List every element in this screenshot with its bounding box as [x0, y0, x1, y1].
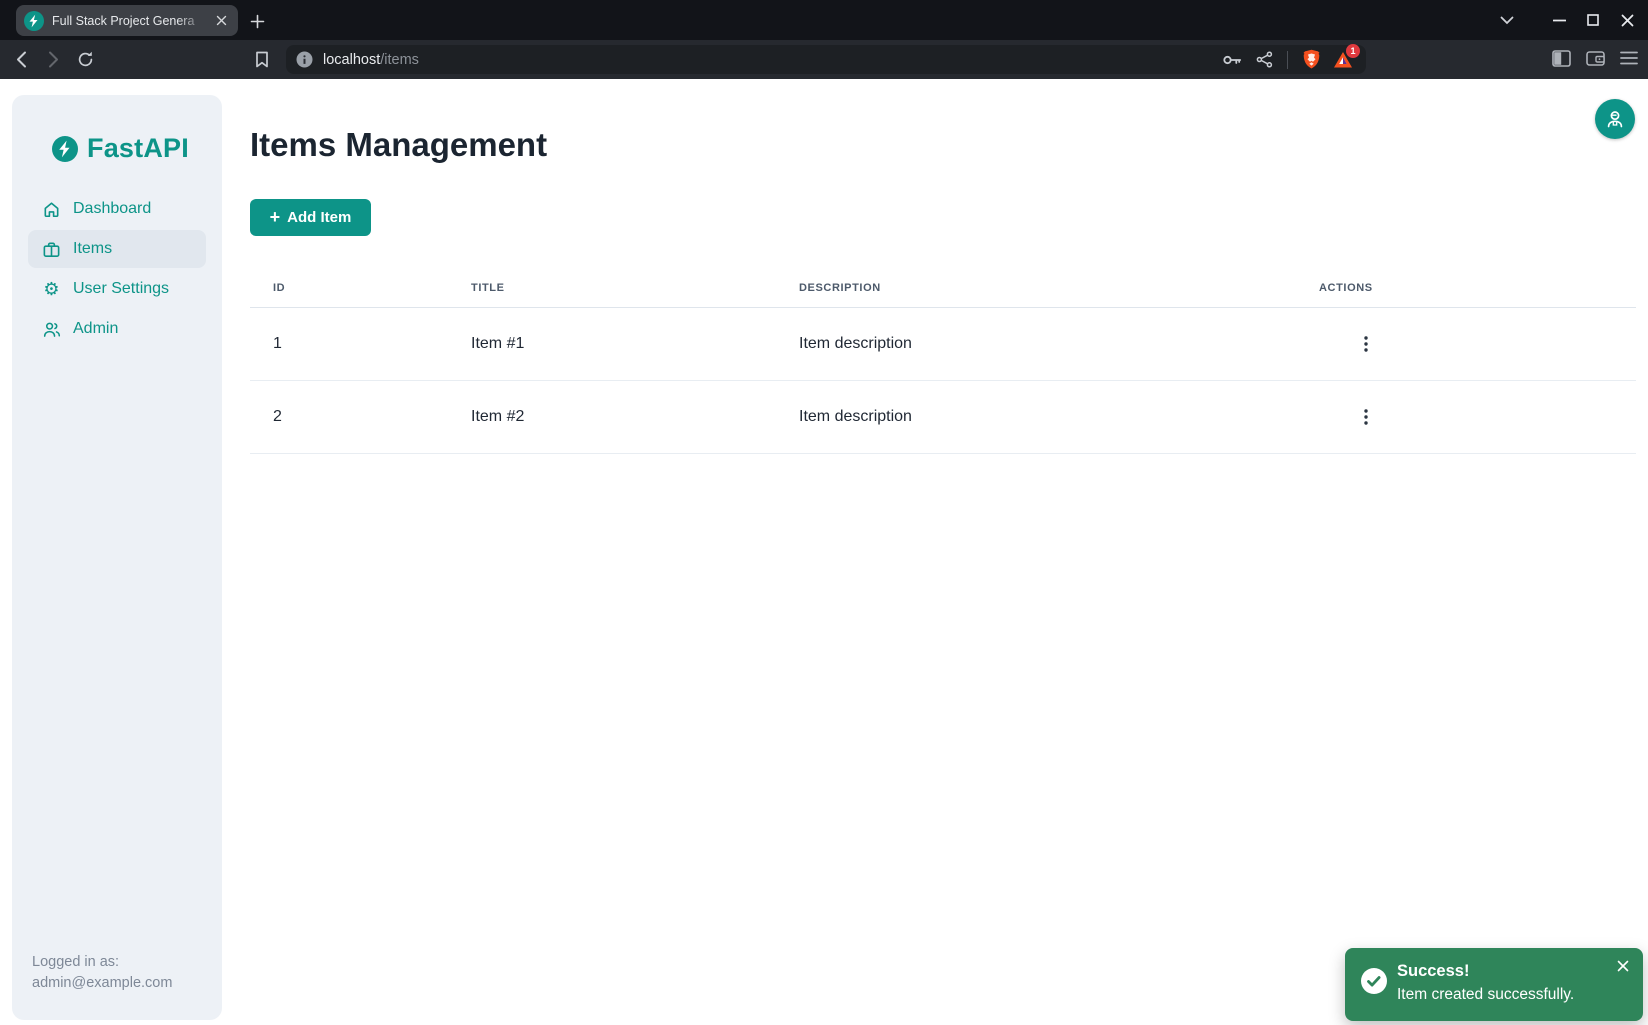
sidebar-item-label: Dashboard: [73, 200, 151, 218]
toast-message: Item created successfully.: [1397, 986, 1574, 1004]
close-window-button[interactable]: [1610, 0, 1644, 40]
cell-title: Item #2: [448, 408, 776, 426]
back-button[interactable]: [6, 45, 36, 75]
table-header-row: ID TITLE DESCRIPTION ACTIONS: [250, 258, 1636, 308]
logged-in-email: admin@example.com: [32, 973, 172, 994]
tab-strip: Full Stack Project Genera: [0, 0, 1648, 40]
items-table: ID TITLE DESCRIPTION ACTIONS 1 Item #1 I…: [250, 258, 1636, 454]
briefcase-icon: [42, 240, 61, 259]
key-icon[interactable]: [1219, 47, 1245, 73]
column-header-title: TITLE: [448, 282, 776, 294]
success-toast: Success! Item created successfully.: [1345, 948, 1643, 1021]
row-actions-menu-icon[interactable]: [1354, 332, 1378, 356]
users-icon: [42, 320, 61, 339]
wallet-icon[interactable]: [1582, 45, 1608, 71]
rewards-badge: 1: [1346, 44, 1360, 58]
user-avatar-button[interactable]: [1595, 99, 1635, 139]
column-header-id: ID: [250, 282, 448, 294]
share-icon[interactable]: [1251, 47, 1277, 73]
window-controls: [1490, 0, 1648, 40]
brave-shield-icon[interactable]: [1298, 47, 1324, 73]
home-icon: [42, 200, 61, 219]
sidebar-item-label: Items: [73, 240, 112, 258]
browser-window: Full Stack Project Genera: [0, 0, 1648, 1025]
user-icon: [1604, 108, 1626, 130]
column-header-description: DESCRIPTION: [776, 282, 1296, 294]
toast-title: Success!: [1397, 962, 1574, 981]
sidebar-panel-icon[interactable]: [1548, 45, 1574, 71]
page-content: [0, 79, 1648, 1025]
sidebar-item-items[interactable]: Items: [28, 230, 206, 268]
add-item-button[interactable]: + Add Item: [250, 199, 371, 236]
sidebar-item-admin[interactable]: Admin: [28, 310, 206, 348]
toast-close-icon[interactable]: [1613, 956, 1633, 976]
maximize-button[interactable]: [1576, 0, 1610, 40]
row-actions-menu-icon[interactable]: [1354, 405, 1378, 429]
plus-icon: +: [270, 208, 281, 226]
url-text: localhost/items: [323, 52, 1219, 68]
sidebar-nav: Dashboard Items ⚙ User Settings: [12, 190, 222, 348]
tab-title: Full Stack Project Genera: [52, 14, 212, 28]
toolbar-divider: [1287, 51, 1288, 69]
tab-close-icon[interactable]: [212, 12, 230, 30]
cell-description: Item description: [776, 408, 1296, 426]
column-header-actions: ACTIONS: [1296, 282, 1636, 294]
app-logo-text: FastAPI: [87, 133, 189, 164]
sidebar-item-dashboard[interactable]: Dashboard: [28, 190, 206, 228]
cell-id: 1: [250, 335, 448, 353]
menu-icon[interactable]: [1616, 45, 1642, 71]
url-bar[interactable]: localhost/items: [286, 45, 1366, 74]
url-path: /items: [380, 52, 419, 68]
check-circle-icon: [1361, 968, 1387, 994]
new-tab-button[interactable]: [243, 7, 271, 35]
add-item-label: Add Item: [287, 209, 351, 226]
tab-search-chevron-icon[interactable]: [1490, 0, 1524, 40]
forward-button[interactable]: [38, 45, 68, 75]
table-row: 2 Item #2 Item description: [250, 381, 1636, 454]
sidebar-item-label: User Settings: [73, 280, 169, 298]
app-logo: FastAPI: [12, 95, 222, 164]
cell-id: 2: [250, 408, 448, 426]
sidebar: FastAPI Dashboard Items ⚙ U: [12, 95, 222, 1020]
minimize-button[interactable]: [1542, 0, 1576, 40]
page-title: Items Management: [250, 126, 547, 164]
cell-title: Item #1: [448, 335, 776, 353]
reload-button[interactable]: [70, 45, 100, 75]
url-host: localhost: [323, 52, 380, 68]
cell-description: Item description: [776, 335, 1296, 353]
site-info-icon[interactable]: [296, 51, 313, 68]
logged-in-label: Logged in as:: [32, 952, 172, 973]
sidebar-item-label: Admin: [73, 320, 118, 338]
sidebar-item-user-settings[interactable]: ⚙ User Settings: [28, 270, 206, 308]
fastapi-logo-icon: [52, 136, 78, 162]
table-row: 1 Item #1 Item description: [250, 308, 1636, 381]
gear-icon: ⚙: [42, 280, 61, 299]
logged-in-info: Logged in as: admin@example.com: [32, 952, 172, 994]
browser-tab[interactable]: Full Stack Project Genera: [16, 5, 238, 36]
brave-rewards-icon[interactable]: 1: [1330, 47, 1356, 73]
fastapi-favicon-icon: [24, 11, 44, 31]
bookmark-icon[interactable]: [248, 45, 276, 73]
